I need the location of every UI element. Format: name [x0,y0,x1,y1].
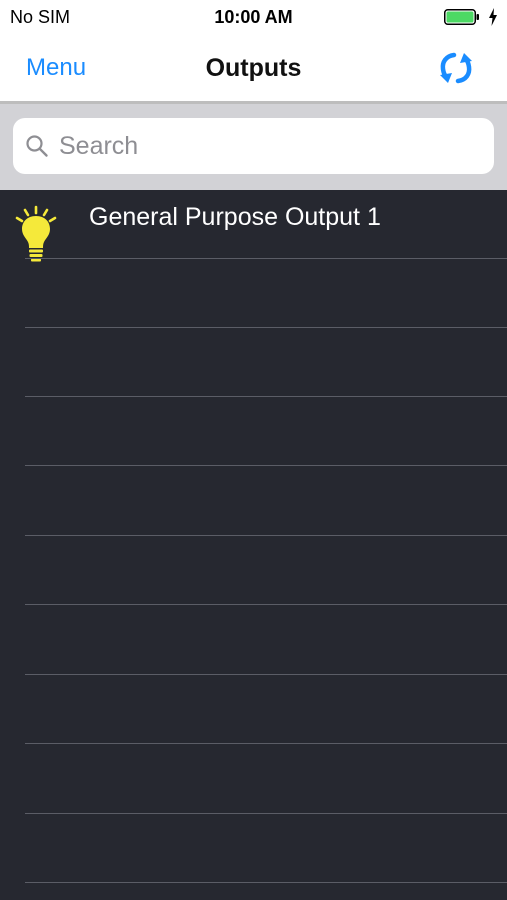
row-divider [25,743,507,744]
refresh-icon[interactable] [434,46,478,90]
row-divider [25,604,507,605]
list-item [0,536,507,605]
row-divider [25,465,507,466]
row-divider [25,882,507,883]
search-input[interactable] [59,126,479,166]
output-name: General Purpose Output 1 [89,203,381,231]
list-item [0,259,507,328]
lightbulb-icon [15,205,57,262]
status-bar: No SIM 10:00 AM [0,0,507,34]
list-item [0,397,507,466]
navigation-bar: Menu Outputs [0,34,507,101]
list-item[interactable]: General Purpose Output 1 [0,190,507,262]
list-item [0,606,507,675]
search-bar [0,104,507,190]
search-field[interactable] [13,118,494,174]
clock-time: 10:00 AM [214,7,293,27]
search-icon [26,135,48,157]
battery-icon [444,9,479,25]
outputs-list: General Purpose Output 1 [0,190,507,900]
list-item [0,328,507,397]
page-title: Outputs [205,54,302,82]
list-item [0,745,507,814]
list-item [0,675,507,744]
list-item [0,814,507,883]
charging-bolt-icon [489,8,497,26]
list-item [0,467,507,536]
